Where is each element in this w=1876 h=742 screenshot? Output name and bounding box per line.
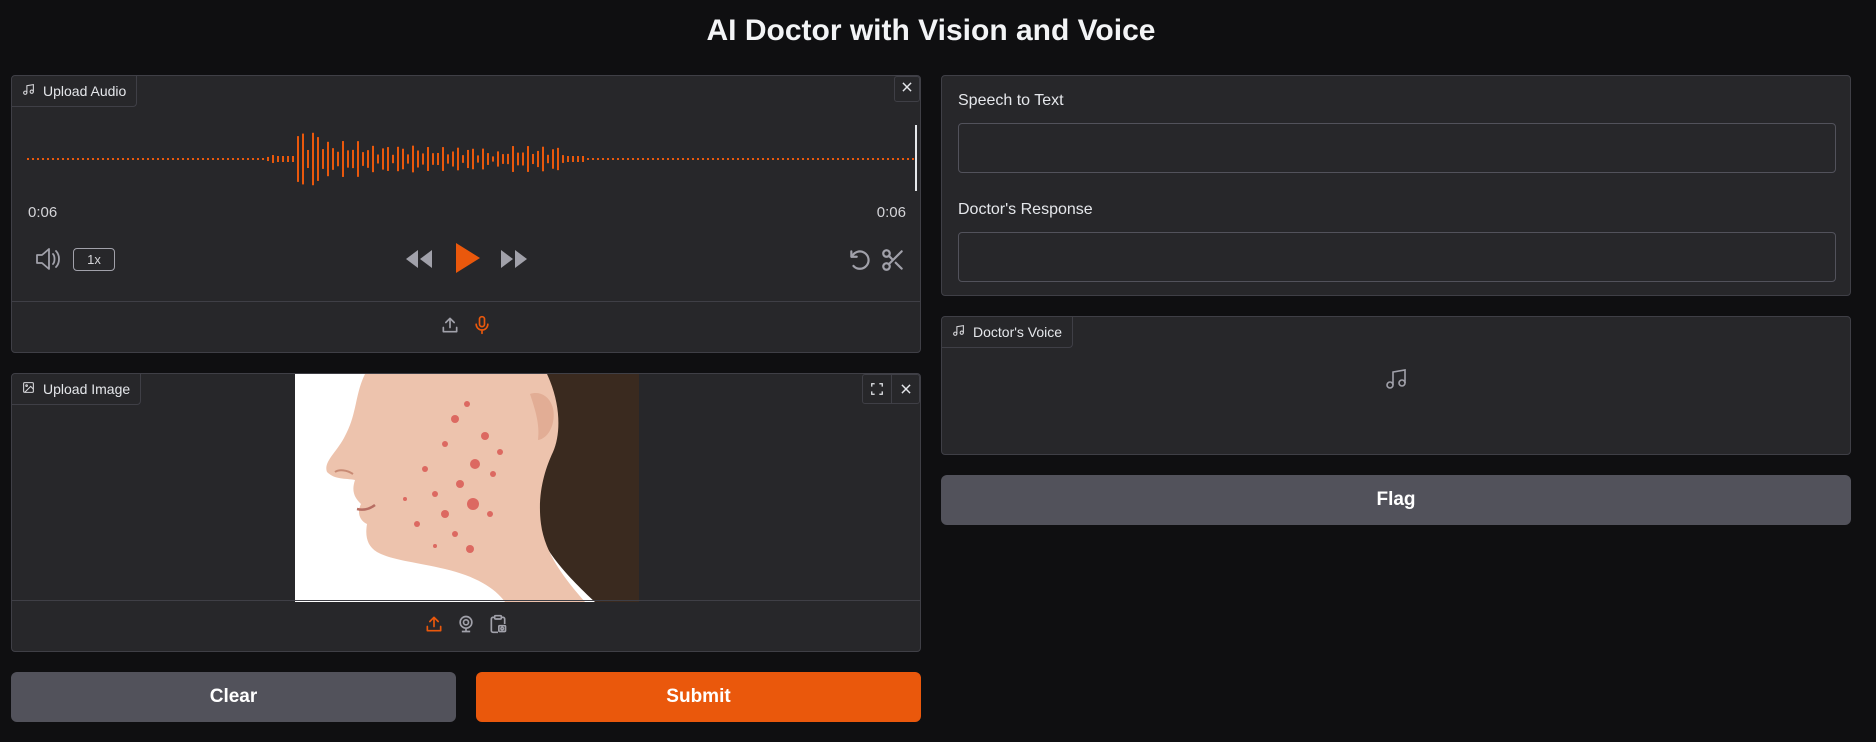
audio-input-tag: Upload Audio bbox=[12, 76, 138, 107]
undo-icon[interactable] bbox=[847, 247, 873, 273]
image-input-label: Upload Image bbox=[43, 381, 131, 397]
image-icon bbox=[22, 381, 35, 397]
fullscreen-icon[interactable] bbox=[863, 375, 891, 403]
image-source-bar bbox=[12, 600, 920, 651]
fast-forward-icon[interactable] bbox=[499, 246, 529, 272]
current-time: 0:06 bbox=[28, 204, 58, 221]
speech-to-text-field[interactable] bbox=[958, 123, 1836, 173]
microphone-icon[interactable] bbox=[472, 315, 492, 340]
image-input-tag: Upload Image bbox=[12, 374, 142, 405]
scissors-icon[interactable] bbox=[880, 247, 906, 273]
playhead-cursor[interactable] bbox=[915, 125, 917, 191]
text-outputs-panel: Speech to Text Doctor's Response bbox=[941, 75, 1851, 296]
clear-audio-button[interactable] bbox=[894, 76, 920, 102]
doctor-voice-label: Doctor's Voice bbox=[973, 324, 1063, 340]
audio-waveform[interactable] bbox=[27, 121, 917, 201]
uploaded-image bbox=[295, 374, 639, 602]
music-icon bbox=[952, 324, 965, 340]
empty-audio-placeholder bbox=[942, 367, 1850, 396]
playback-controls: 1x bbox=[12, 236, 920, 281]
close-icon bbox=[900, 80, 914, 99]
rewind-icon[interactable] bbox=[404, 246, 434, 272]
music-icon bbox=[1384, 367, 1408, 396]
speech-to-text-label: Speech to Text bbox=[958, 92, 1064, 109]
music-icon bbox=[22, 83, 35, 99]
doctor-response-field[interactable] bbox=[958, 232, 1836, 282]
doctor-voice-panel: Doctor's Voice bbox=[941, 316, 1851, 455]
play-icon[interactable] bbox=[452, 240, 482, 276]
submit-button[interactable]: Submit bbox=[476, 672, 921, 722]
playback-speed-button[interactable]: 1x bbox=[73, 248, 115, 271]
duration: 0:06 bbox=[876, 204, 906, 221]
close-icon[interactable] bbox=[891, 375, 919, 403]
flag-button[interactable]: Flag bbox=[941, 475, 1851, 525]
audio-source-bar bbox=[12, 301, 920, 352]
clipboard-icon[interactable] bbox=[488, 614, 508, 639]
image-input-panel: Upload Image bbox=[11, 373, 921, 652]
volume-icon[interactable] bbox=[34, 246, 62, 272]
audio-input-panel: Upload Audio 0:06 0:06 1x bbox=[11, 75, 921, 353]
image-toolbar bbox=[862, 374, 920, 404]
doctor-response-label: Doctor's Response bbox=[958, 201, 1093, 218]
clear-button[interactable]: Clear bbox=[11, 672, 456, 722]
audio-input-label: Upload Audio bbox=[43, 83, 127, 99]
upload-icon[interactable] bbox=[424, 614, 444, 639]
webcam-icon[interactable] bbox=[456, 614, 476, 639]
upload-icon[interactable] bbox=[440, 315, 460, 340]
doctor-voice-tag: Doctor's Voice bbox=[942, 317, 1074, 348]
page-title: AI Doctor with Vision and Voice bbox=[706, 14, 1156, 47]
